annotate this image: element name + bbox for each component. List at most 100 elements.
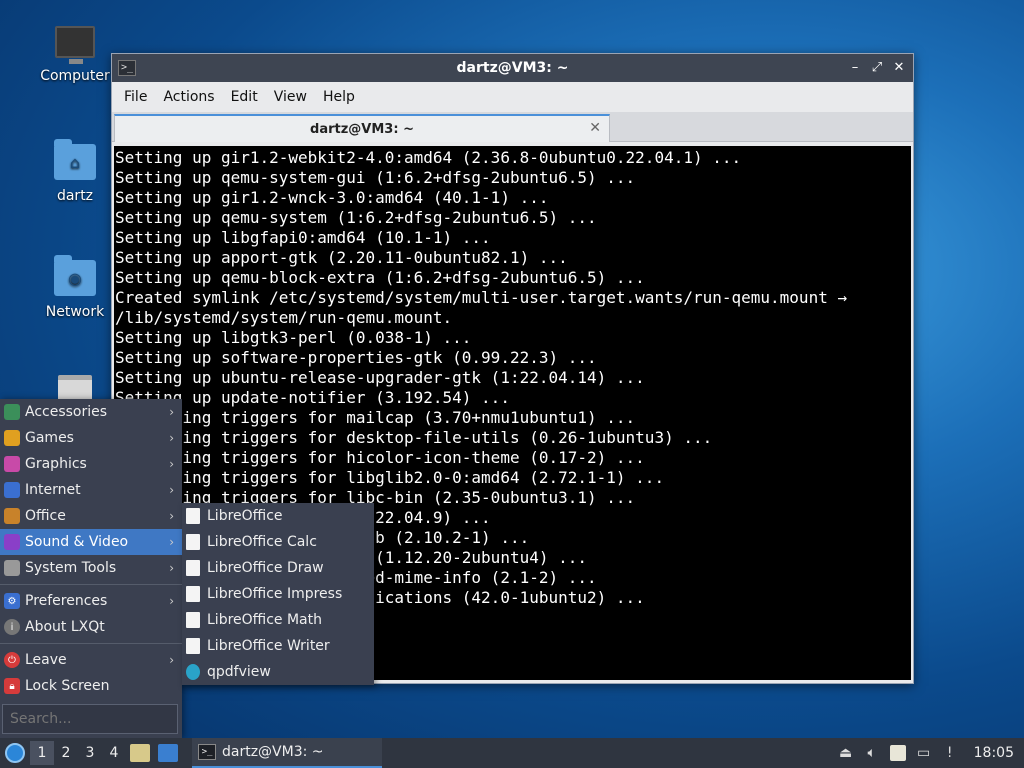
menu-help[interactable]: Help	[315, 89, 363, 105]
chevron-right-icon: ›	[169, 431, 174, 445]
menu-item-label: Internet	[25, 482, 81, 498]
system-tray: ⏏ 🔈︎ ▭ ! 18:05	[838, 745, 1024, 761]
maximize-icon[interactable]: ⤢	[869, 60, 885, 76]
submenu-item-label: LibreOffice Writer	[207, 638, 330, 654]
terminal-line: Created symlink /etc/systemd/system/mult…	[115, 288, 848, 307]
menu-actions[interactable]: Actions	[155, 89, 222, 105]
terminal-icon[interactable]: >_	[118, 60, 136, 76]
terminal-line: Setting up libgfapi0:amd64 (10.1-1) ...	[115, 228, 491, 247]
terminal-line: Setting up software-properties-gtk (0.99…	[115, 348, 597, 367]
menu-item-label: System Tools	[25, 560, 117, 576]
menu-item-leave[interactable]: ⏻ Leave ›	[0, 647, 182, 673]
chevron-right-icon: ›	[169, 405, 174, 419]
graphics-icon	[4, 456, 20, 472]
chevron-right-icon: ›	[169, 509, 174, 523]
menu-category-office[interactable]: Office ›	[0, 503, 182, 529]
submenu-item-label: LibreOffice Impress	[207, 586, 343, 602]
menu-item-label: Leave	[25, 652, 67, 668]
lxqt-logo-icon	[5, 743, 25, 763]
desktop-icon-computer[interactable]: Computer	[35, 22, 115, 84]
terminal-line: Setting up qemu-system-gui (1:6.2+dfsg-2…	[115, 168, 636, 187]
terminal-line: Setting up libgtk3-perl (0.038-1) ...	[115, 328, 472, 347]
office-icon	[4, 508, 20, 524]
terminal-line: Setting up apport-gtk (2.20.11-0ubuntu82…	[115, 248, 568, 267]
desktop-switch-4[interactable]: 4	[102, 741, 126, 765]
terminal-line: Processing triggers for mailcap (3.70+nm…	[115, 408, 636, 427]
clock[interactable]: 18:05	[968, 745, 1020, 761]
file-manager-icon[interactable]	[130, 744, 150, 762]
menu-item-label: About LXQt	[25, 619, 105, 635]
show-desktop-icon[interactable]	[158, 744, 178, 762]
menu-file[interactable]: File	[116, 89, 155, 105]
submenu-item-libreoffice-writer[interactable]: LibreOffice Writer	[182, 633, 374, 659]
menu-item-label: Office	[25, 508, 66, 524]
menu-item-label: Lock Screen	[25, 678, 110, 694]
menu-bar: File Actions Edit View Help	[112, 82, 913, 112]
submenu-item-libreoffice-draw[interactable]: LibreOffice Draw	[182, 555, 374, 581]
terminal-line: Processing triggers for hicolor-icon-the…	[115, 448, 645, 467]
menu-category-accessories[interactable]: Accessories ›	[0, 399, 182, 425]
window-titlebar[interactable]: >_ dartz@VM3: ~ – ⤢ ✕	[112, 54, 913, 82]
submenu-item-libreoffice-impress[interactable]: LibreOffice Impress	[182, 581, 374, 607]
submenu-item-libreoffice[interactable]: LibreOffice	[182, 503, 374, 529]
chevron-right-icon: ›	[169, 561, 174, 575]
desktop-icon-label: Network	[45, 304, 105, 320]
computer-icon	[53, 22, 97, 64]
menu-category-system-tools[interactable]: System Tools ›	[0, 555, 182, 581]
start-menu-button[interactable]	[0, 738, 30, 768]
close-icon[interactable]: ✕	[891, 60, 907, 76]
network-status-icon[interactable]: ▭	[916, 745, 932, 761]
submenu-item-label: LibreOffice Calc	[207, 534, 317, 550]
volume-icon[interactable]: 🔈︎	[864, 745, 880, 761]
tab-bar: dartz@VM3: ~ ✕	[112, 112, 913, 142]
menu-search-input[interactable]	[2, 704, 178, 734]
games-icon	[4, 430, 20, 446]
clipboard-icon[interactable]	[889, 745, 906, 761]
menu-separator	[0, 584, 182, 585]
menu-edit[interactable]: Edit	[223, 89, 266, 105]
desktop-icon-network[interactable]: ◉ Network	[35, 255, 115, 320]
menu-item-about[interactable]: i About LXQt	[0, 614, 182, 640]
internet-icon	[4, 482, 20, 498]
desktop-switch-1[interactable]: 1	[30, 741, 54, 765]
menu-item-label: Graphics	[25, 456, 87, 472]
libreoffice-writer-icon	[186, 638, 200, 654]
terminal-line: Processing triggers for libglib2.0-0:amd…	[115, 468, 665, 487]
chevron-right-icon: ›	[169, 535, 174, 549]
menu-item-lock-screen[interactable]: 🔒︎ Lock Screen	[0, 673, 182, 699]
submenu-item-libreoffice-calc[interactable]: LibreOffice Calc	[182, 529, 374, 555]
tab-close-icon[interactable]: ✕	[589, 120, 601, 136]
submenu-item-label: LibreOffice Draw	[207, 560, 324, 576]
update-notifier-icon[interactable]: !	[942, 745, 958, 761]
menu-category-sound-video[interactable]: Sound & Video ›	[0, 529, 182, 555]
terminal-line: Setting up ubuntu-release-upgrader-gtk (…	[115, 368, 645, 387]
terminal-line: Setting up gir1.2-webkit2-4.0:amd64 (2.3…	[115, 148, 742, 167]
terminal-tab[interactable]: dartz@VM3: ~ ✕	[114, 114, 610, 142]
libreoffice-calc-icon	[186, 534, 200, 550]
accessories-icon	[4, 404, 20, 420]
taskbar-item-label: dartz@VM3: ~	[222, 744, 324, 760]
desktop-switch-2[interactable]: 2	[54, 741, 78, 765]
submenu-item-qpdfview[interactable]: qpdfview	[182, 659, 374, 685]
menu-category-internet[interactable]: Internet ›	[0, 477, 182, 503]
menu-item-label: Sound & Video	[25, 534, 129, 550]
chevron-right-icon: ›	[169, 594, 174, 608]
network-folder-icon: ◉	[53, 255, 97, 298]
desktop-icon-home[interactable]: ⌂ dartz	[35, 139, 115, 204]
menu-category-graphics[interactable]: Graphics ›	[0, 451, 182, 477]
submenu-item-libreoffice-math[interactable]: LibreOffice Math	[182, 607, 374, 633]
taskbar-item-terminal[interactable]: >_ dartz@VM3: ~	[192, 738, 382, 768]
libreoffice-impress-icon	[186, 586, 200, 602]
eject-icon[interactable]: ⏏	[838, 745, 854, 761]
terminal-line: Setting up update-notifier (3.192.54) ..…	[115, 388, 510, 407]
desktop-switch-3[interactable]: 3	[78, 741, 102, 765]
menu-view[interactable]: View	[266, 89, 315, 105]
chevron-right-icon: ›	[169, 653, 174, 667]
terminal-line: Setting up qemu-system (1:6.2+dfsg-2ubun…	[115, 208, 597, 227]
menu-separator	[0, 643, 182, 644]
terminal-icon: >_	[198, 744, 216, 760]
minimize-icon[interactable]: –	[847, 60, 863, 76]
menu-item-label: Preferences	[25, 593, 108, 609]
menu-item-preferences[interactable]: ⚙ Preferences ›	[0, 588, 182, 614]
menu-category-games[interactable]: Games ›	[0, 425, 182, 451]
